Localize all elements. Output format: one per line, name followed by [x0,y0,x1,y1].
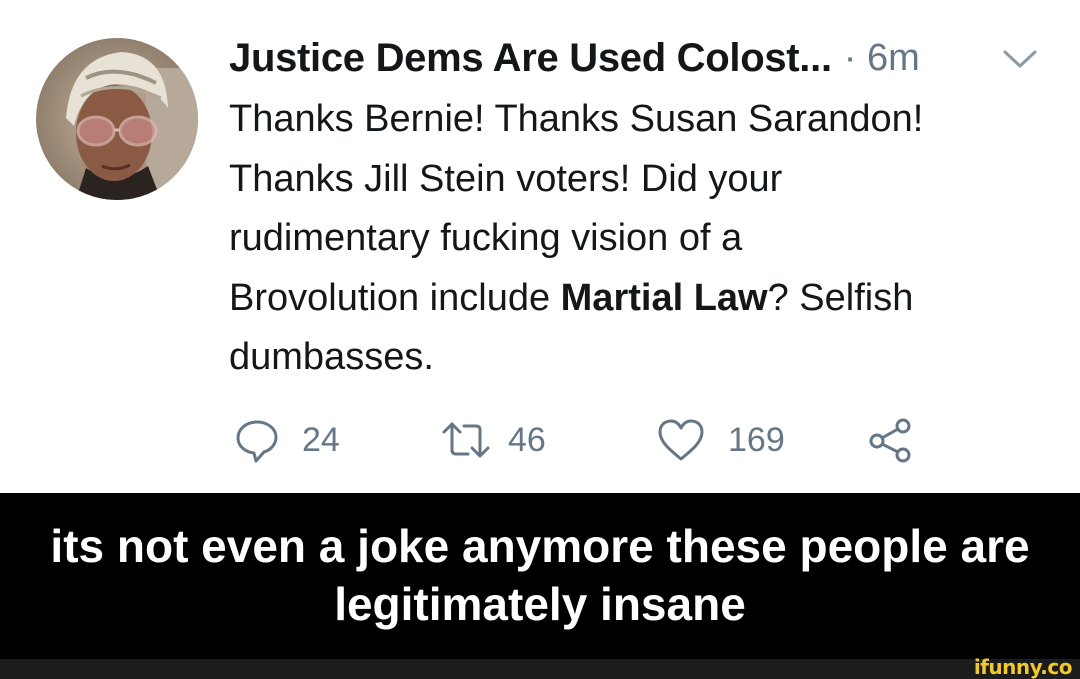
chevron-down-icon[interactable] [1000,44,1040,74]
tweet-timestamp[interactable]: · 6m [844,37,920,80]
heart-icon [656,417,706,463]
like-button[interactable]: 169 [656,410,785,470]
avatar[interactable] [36,38,198,200]
tweet-line: Thanks Jill Stein voters! Did your [229,157,783,200]
meme-caption: its not even a joke anymore these people… [0,493,1080,659]
retweet-button[interactable]: 46 [440,410,546,470]
tweet-line: Thanks Bernie! Thanks Susan Sarandon! [229,98,924,140]
caption-line: its not even a joke anymore these people… [50,520,1030,572]
reply-count: 24 [302,420,340,459]
tweet-line: Brovolution include Martial Law? Selfish [229,269,1059,329]
footer-bar [0,659,1080,679]
tweet-actions: 24 46 169 [0,410,1080,470]
tweet-body: Thanks Bernie! Thanks Susan Sarandon! Th… [229,90,1059,388]
retweet-count: 46 [508,420,546,459]
tweet-header: Justice Dems Are Used Colost... · 6m [229,30,920,86]
watermark-logo: ifunny.co [973,655,1073,679]
reply-button[interactable]: 24 [234,410,340,470]
tweet-line: rudimentary fucking vision of a [229,217,743,259]
author-name[interactable]: Justice Dems Are Used Colost... [229,36,832,81]
bold-text: Martial Law [560,276,768,319]
avatar-image [36,38,198,200]
share-button[interactable] [868,410,914,470]
tweet-text: ? Selfish [767,276,914,319]
tweet-card: Justice Dems Are Used Colost... · 6m Tha… [0,0,1080,493]
share-icon [868,417,914,463]
like-count: 169 [728,420,785,459]
retweet-icon [440,418,492,462]
tweet-line: dumbasses. [229,336,434,378]
tweet-text: Brovolution include [229,276,561,319]
caption-line: legitimately insane [334,578,746,630]
speech-bubble-icon [234,417,280,463]
